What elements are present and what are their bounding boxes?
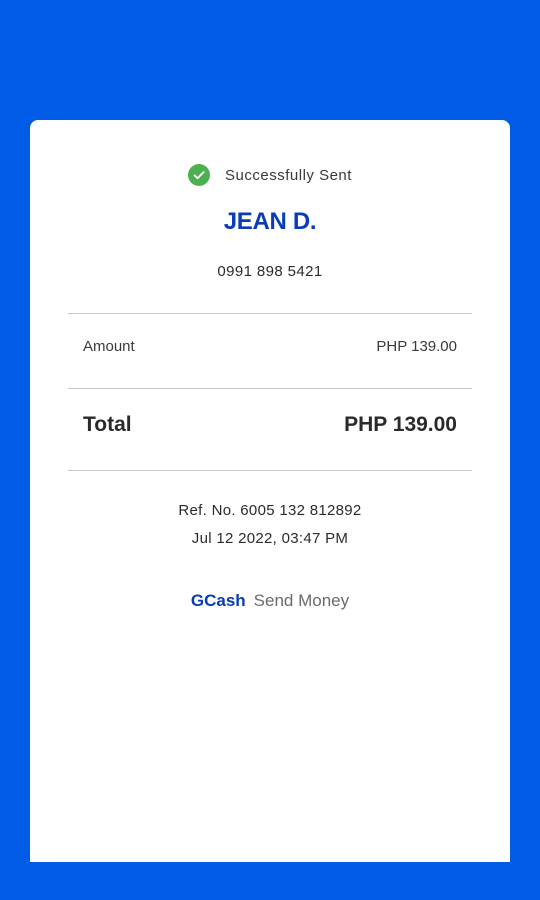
brand-footer: GCash Send Money	[30, 591, 510, 611]
total-label: Total	[83, 413, 132, 436]
total-row: Total PHP 139.00	[83, 413, 457, 437]
divider-bottom	[68, 470, 472, 471]
receipt-card: Successfully Sent JEAN D. 0991 898 5421 …	[30, 120, 510, 862]
check-circle-icon	[188, 164, 211, 186]
reference-number: Ref. No. 6005 132 812892	[178, 502, 362, 519]
screen-background: Successfully Sent JEAN D. 0991 898 5421 …	[0, 0, 540, 900]
receipt-zigzag-edge	[30, 850, 510, 862]
divider-top	[68, 313, 472, 314]
amount-row: Amount PHP 139.00	[83, 338, 457, 355]
transaction-datetime: Jul 12 2022, 03:47 PM	[191, 530, 349, 547]
divider-middle	[68, 388, 472, 389]
status-row: Successfully Sent	[30, 164, 510, 186]
status-text: Successfully Sent	[225, 166, 352, 184]
total-value: PHP 139.00	[344, 413, 457, 436]
recipient-name: JEAN D.	[223, 208, 317, 235]
recipient-phone: 0991 898 5421	[217, 263, 323, 280]
service-name: Send Money	[253, 591, 350, 610]
amount-value: PHP 139.00	[376, 338, 457, 355]
amount-label: Amount	[83, 338, 135, 355]
brand-name: GCash	[190, 591, 246, 610]
